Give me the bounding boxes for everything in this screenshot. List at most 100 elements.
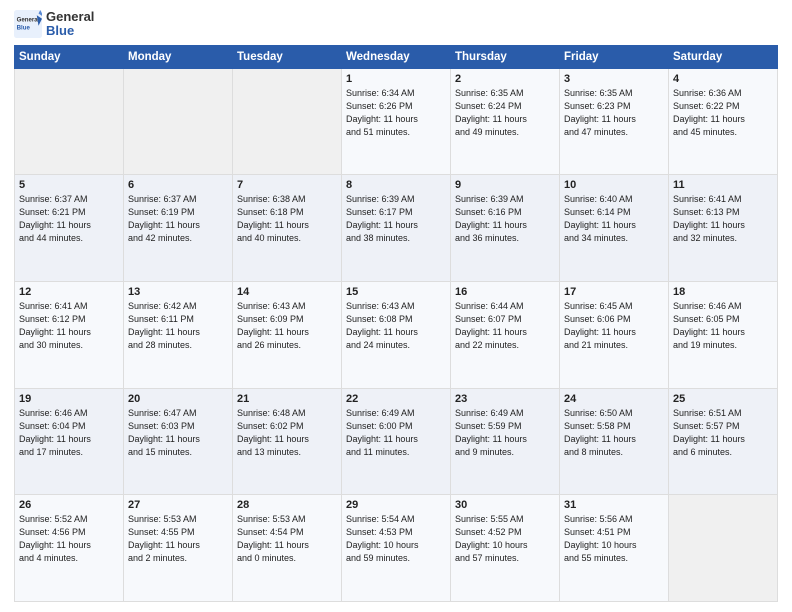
day-cell: 30 Sunrise: 5:55 AM Sunset: 4:52 PM Dayli… [451,495,560,602]
day-cell: 5Sunrise: 6:37 AM Sunset: 6:21 PM Daylig… [15,175,124,282]
day-info: Sunrise: 6:48 AM Sunset: 6:02 PM Dayligh… [237,407,337,459]
week-row-4: 19 Sunrise: 6:46 AM Sunset: 6:04 PM Dayli… [15,388,778,495]
day-info: Sunrise: 6:38 AM Sunset: 6:18 PM Dayligh… [237,193,337,245]
day-cell: 27 Sunrise: 5:53 AM Sunset: 4:55 PM Dayli… [124,495,233,602]
day-number: 14 [237,286,337,298]
week-row-1: 1Sunrise: 6:34 AM Sunset: 6:26 PM Daylig… [15,68,778,175]
day-cell: 4Sunrise: 6:36 AM Sunset: 6:22 PM Daylig… [669,68,778,175]
day-info: Sunrise: 5:53 AM Sunset: 4:54 PM Dayligh… [237,513,337,565]
day-info: Sunrise: 6:49 AM Sunset: 6:00 PM Dayligh… [346,407,446,459]
day-cell: 11Sunrise: 6:41 AM Sunset: 6:13 PM Dayli… [669,175,778,282]
calendar-table: SundayMondayTuesdayWednesdayThursdayFrid… [14,45,778,602]
day-info: Sunrise: 6:45 AM Sunset: 6:06 PM Dayligh… [564,300,664,352]
day-info: Sunrise: 6:42 AM Sunset: 6:11 PM Dayligh… [128,300,228,352]
day-cell: 23 Sunrise: 6:49 AM Sunset: 5:59 PM Dayli… [451,388,560,495]
day-cell: 7 Sunrise: 6:38 AM Sunset: 6:18 PM Daylig… [233,175,342,282]
day-info: Sunrise: 6:35 AM Sunset: 6:24 PM Dayligh… [455,87,555,139]
weekday-tuesday: Tuesday [233,45,342,68]
day-number: 24 [564,393,664,405]
day-cell: 17 Sunrise: 6:45 AM Sunset: 6:06 PM Dayli… [560,281,669,388]
day-cell [669,495,778,602]
day-number: 6 [128,179,228,191]
day-info: Sunrise: 5:56 AM Sunset: 4:51 PM Dayligh… [564,513,664,565]
day-info: Sunrise: 5:53 AM Sunset: 4:55 PM Dayligh… [128,513,228,565]
weekday-monday: Monday [124,45,233,68]
day-info: Sunrise: 6:44 AM Sunset: 6:07 PM Dayligh… [455,300,555,352]
day-info: Sunrise: 6:34 AM Sunset: 6:26 PM Dayligh… [346,87,446,139]
logo-blue: Blue [46,24,94,38]
day-info: Sunrise: 6:50 AM Sunset: 5:58 PM Dayligh… [564,407,664,459]
day-cell: 29 Sunrise: 5:54 AM Sunset: 4:53 PM Dayli… [342,495,451,602]
weekday-header-row: SundayMondayTuesdayWednesdayThursdayFrid… [15,45,778,68]
day-info: Sunrise: 6:35 AM Sunset: 6:23 PM Dayligh… [564,87,664,139]
day-info: Sunrise: 6:43 AM Sunset: 6:09 PM Dayligh… [237,300,337,352]
day-cell [124,68,233,175]
day-info: Sunrise: 6:39 AM Sunset: 6:16 PM Dayligh… [455,193,555,245]
day-cell: 15 Sunrise: 6:43 AM Sunset: 6:08 PM Dayli… [342,281,451,388]
day-number: 18 [673,286,773,298]
day-cell: 13 Sunrise: 6:42 AM Sunset: 6:11 PM Dayli… [124,281,233,388]
day-number: 21 [237,393,337,405]
day-cell: 28Sunrise: 5:53 AM Sunset: 4:54 PM Dayli… [233,495,342,602]
day-cell: 31 Sunrise: 5:56 AM Sunset: 4:51 PM Dayli… [560,495,669,602]
day-cell: 10 Sunrise: 6:40 AM Sunset: 6:14 PM Dayli… [560,175,669,282]
day-info: Sunrise: 5:54 AM Sunset: 4:53 PM Dayligh… [346,513,446,565]
day-cell: 18Sunrise: 6:46 AM Sunset: 6:05 PM Dayli… [669,281,778,388]
day-cell: 9 Sunrise: 6:39 AM Sunset: 6:16 PM Daylig… [451,175,560,282]
day-number: 27 [128,499,228,511]
day-cell: 2 Sunrise: 6:35 AM Sunset: 6:24 PM Daylig… [451,68,560,175]
day-number: 7 [237,179,337,191]
day-cell: 6 Sunrise: 6:37 AM Sunset: 6:19 PM Daylig… [124,175,233,282]
day-number: 8 [346,179,446,191]
day-cell: 16 Sunrise: 6:44 AM Sunset: 6:07 PM Dayli… [451,281,560,388]
day-info: Sunrise: 6:37 AM Sunset: 6:19 PM Dayligh… [128,193,228,245]
day-cell: 20 Sunrise: 6:47 AM Sunset: 6:03 PM Dayli… [124,388,233,495]
logo-general: General [46,10,94,24]
day-number: 11 [673,179,773,191]
day-number: 23 [455,393,555,405]
day-number: 15 [346,286,446,298]
day-number: 9 [455,179,555,191]
day-number: 29 [346,499,446,511]
day-info: Sunrise: 6:47 AM Sunset: 6:03 PM Dayligh… [128,407,228,459]
day-info: Sunrise: 6:40 AM Sunset: 6:14 PM Dayligh… [564,193,664,245]
day-number: 19 [19,393,119,405]
day-cell: 19 Sunrise: 6:46 AM Sunset: 6:04 PM Dayli… [15,388,124,495]
day-cell: 1Sunrise: 6:34 AM Sunset: 6:26 PM Daylig… [342,68,451,175]
day-info: Sunrise: 6:41 AM Sunset: 6:12 PM Dayligh… [19,300,119,352]
weekday-wednesday: Wednesday [342,45,451,68]
day-number: 31 [564,499,664,511]
day-number: 13 [128,286,228,298]
day-number: 2 [455,73,555,85]
day-info: Sunrise: 6:43 AM Sunset: 6:08 PM Dayligh… [346,300,446,352]
day-number: 22 [346,393,446,405]
svg-text:Blue: Blue [17,25,31,32]
day-cell: 12 Sunrise: 6:41 AM Sunset: 6:12 PM Dayli… [15,281,124,388]
day-number: 26 [19,499,119,511]
day-number: 4 [673,73,773,85]
day-info: Sunrise: 6:46 AM Sunset: 6:04 PM Dayligh… [19,407,119,459]
day-number: 16 [455,286,555,298]
logo-text: General Blue [46,10,94,39]
day-info: Sunrise: 6:51 AM Sunset: 5:57 PM Dayligh… [673,407,773,459]
day-cell: 25Sunrise: 6:51 AM Sunset: 5:57 PM Dayli… [669,388,778,495]
day-info: Sunrise: 6:49 AM Sunset: 5:59 PM Dayligh… [455,407,555,459]
day-cell: 26 Sunrise: 5:52 AM Sunset: 4:56 PM Dayli… [15,495,124,602]
day-number: 20 [128,393,228,405]
day-cell [15,68,124,175]
day-number: 10 [564,179,664,191]
day-number: 3 [564,73,664,85]
week-row-2: 5Sunrise: 6:37 AM Sunset: 6:21 PM Daylig… [15,175,778,282]
day-number: 17 [564,286,664,298]
day-info: Sunrise: 5:55 AM Sunset: 4:52 PM Dayligh… [455,513,555,565]
day-info: Sunrise: 6:39 AM Sunset: 6:17 PM Dayligh… [346,193,446,245]
weekday-thursday: Thursday [451,45,560,68]
weekday-saturday: Saturday [669,45,778,68]
logo: General Blue General Blue [14,10,94,39]
weekday-friday: Friday [560,45,669,68]
day-cell: 21 Sunrise: 6:48 AM Sunset: 6:02 PM Dayli… [233,388,342,495]
day-info: Sunrise: 5:52 AM Sunset: 4:56 PM Dayligh… [19,513,119,565]
day-cell: 14 Sunrise: 6:43 AM Sunset: 6:09 PM Dayli… [233,281,342,388]
day-number: 12 [19,286,119,298]
day-number: 30 [455,499,555,511]
